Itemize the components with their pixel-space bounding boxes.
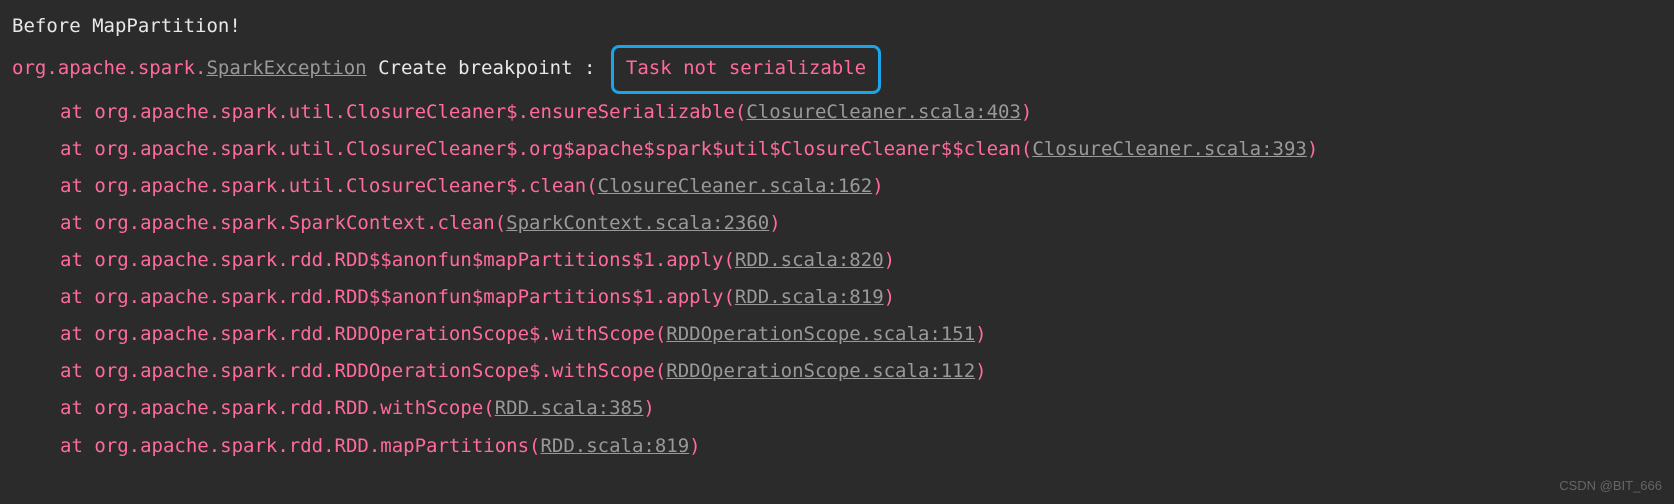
stacktrace-container: at org.apache.spark.util.ClosureCleaner$… (12, 94, 1662, 464)
exception-class-link[interactable]: SparkException (206, 57, 366, 79)
stack-location-link[interactable]: RDD.scala:819 (540, 435, 689, 457)
stack-method: org.apache.spark.util.ClosureCleaner$.en… (94, 101, 746, 123)
stack-at: at (60, 397, 94, 419)
stack-at: at (60, 323, 94, 345)
stack-at: at (60, 360, 94, 382)
exception-message: Task not serializable (626, 57, 866, 79)
stack-close-paren: ) (884, 286, 895, 308)
stack-at: at (60, 249, 94, 271)
stack-at: at (60, 212, 94, 234)
stack-location-link[interactable]: ClosureCleaner.scala:162 (598, 175, 873, 197)
watermark-text: CSDN @BIT_666 (1559, 473, 1662, 498)
stack-at: at (60, 286, 94, 308)
stack-location-link[interactable]: SparkContext.scala:2360 (506, 212, 769, 234)
stack-location-link[interactable]: RDD.scala:820 (735, 249, 884, 271)
stack-close-paren: ) (872, 175, 883, 197)
stack-frame: at org.apache.spark.rdd.RDDOperationScop… (12, 353, 1662, 390)
stack-frame: at org.apache.spark.rdd.RDD$$anonfun$map… (12, 242, 1662, 279)
stack-method: org.apache.spark.rdd.RDD.withScope( (94, 397, 494, 419)
exception-line: org.apache.spark.SparkException Create b… (12, 45, 1662, 94)
stack-method: org.apache.spark.util.ClosureCleaner$.cl… (94, 175, 597, 197)
stack-close-paren: ) (689, 435, 700, 457)
stack-close-paren: ) (769, 212, 780, 234)
create-breakpoint-link[interactable]: Create breakpoint (378, 57, 572, 79)
stack-location-link[interactable]: RDD.scala:385 (495, 397, 644, 419)
stack-location-link[interactable]: RDDOperationScope.scala:112 (666, 360, 975, 382)
stack-frame: at org.apache.spark.SparkContext.clean(S… (12, 205, 1662, 242)
exception-colon: : (573, 57, 596, 79)
stack-method: org.apache.spark.rdd.RDDOperationScope$.… (94, 360, 666, 382)
stack-frame: at org.apache.spark.rdd.RDD.withScope(RD… (12, 390, 1662, 427)
stack-frame: at org.apache.spark.util.ClosureCleaner$… (12, 168, 1662, 205)
stack-method: org.apache.spark.rdd.RDD.mapPartitions( (94, 435, 540, 457)
log-header-text: Before MapPartition! (12, 15, 241, 37)
stack-close-paren: ) (975, 323, 986, 345)
stack-at: at (60, 101, 94, 123)
stack-location-link[interactable]: RDDOperationScope.scala:151 (666, 323, 975, 345)
stack-location-link[interactable]: ClosureCleaner.scala:403 (746, 101, 1021, 123)
stack-at: at (60, 435, 94, 457)
stack-method: org.apache.spark.rdd.RDD$$anonfun$mapPar… (94, 286, 735, 308)
exception-prefix: org.apache.spark. (12, 57, 206, 79)
stack-method: org.apache.spark.rdd.RDD$$anonfun$mapPar… (94, 249, 735, 271)
stack-at: at (60, 138, 94, 160)
stack-frame: at org.apache.spark.rdd.RDD$$anonfun$map… (12, 279, 1662, 316)
stack-frame: at org.apache.spark.rdd.RDDOperationScop… (12, 316, 1662, 353)
stack-method: org.apache.spark.rdd.RDDOperationScope$.… (94, 323, 666, 345)
stack-frame: at org.apache.spark.util.ClosureCleaner$… (12, 131, 1662, 168)
exception-message-highlight: Task not serializable (611, 45, 881, 94)
stack-frame: at org.apache.spark.util.ClosureCleaner$… (12, 94, 1662, 131)
log-header: Before MapPartition! (12, 8, 1662, 45)
stack-frame: at org.apache.spark.rdd.RDD.mapPartition… (12, 428, 1662, 465)
stack-close-paren: ) (1307, 138, 1318, 160)
stack-close-paren: ) (1021, 101, 1032, 123)
stack-close-paren: ) (643, 397, 654, 419)
stack-close-paren: ) (884, 249, 895, 271)
stack-method: org.apache.spark.util.ClosureCleaner$.or… (94, 138, 1032, 160)
stack-close-paren: ) (975, 360, 986, 382)
stack-location-link[interactable]: RDD.scala:819 (735, 286, 884, 308)
stack-method: org.apache.spark.SparkContext.clean( (94, 212, 506, 234)
stack-at: at (60, 175, 94, 197)
stack-location-link[interactable]: ClosureCleaner.scala:393 (1032, 138, 1307, 160)
